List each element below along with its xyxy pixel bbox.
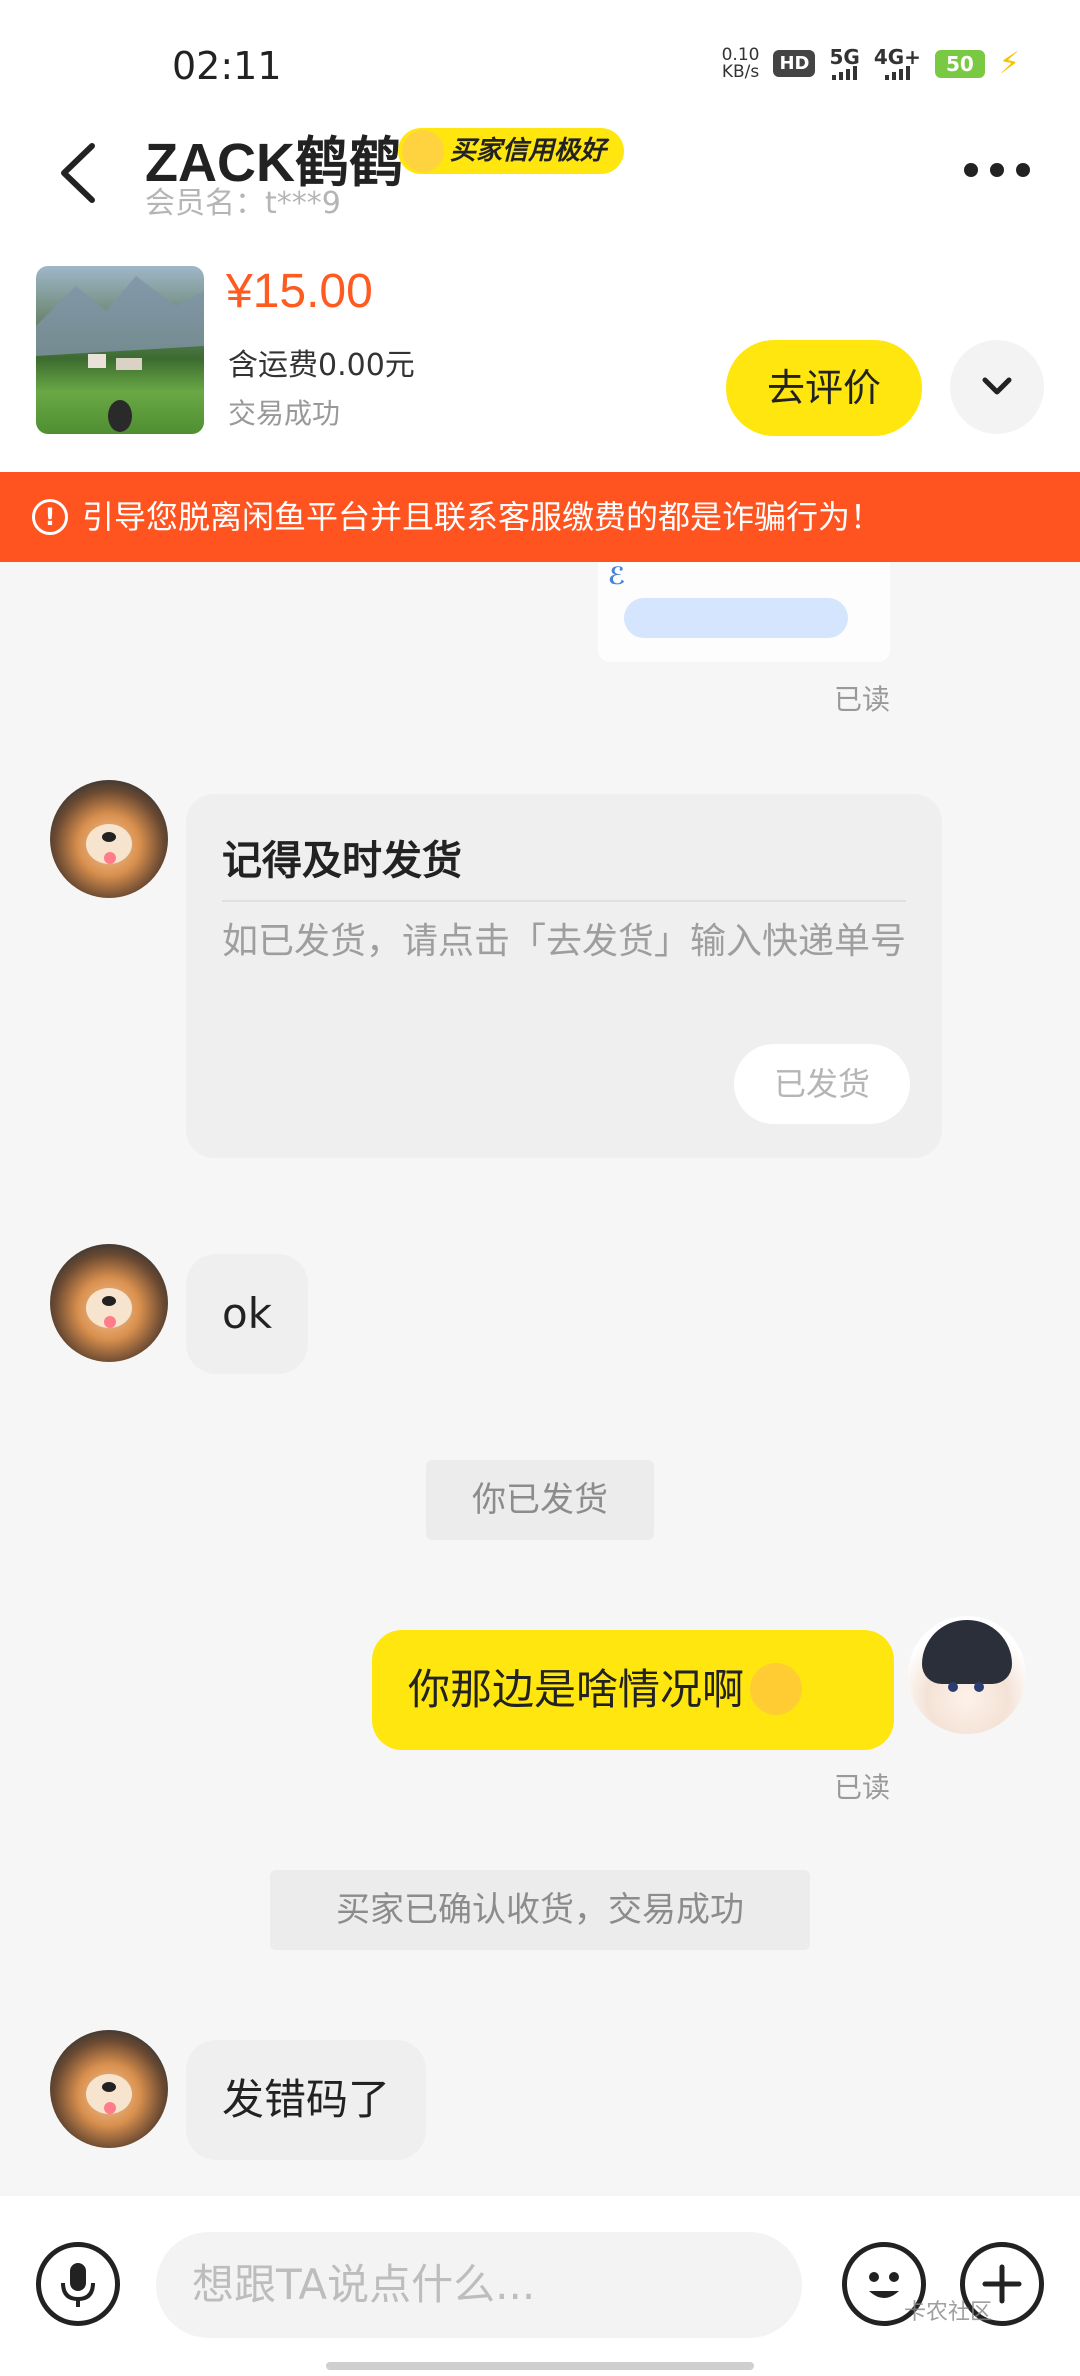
credit-badge[interactable]: 买家信用极好 xyxy=(398,128,625,174)
dog-nose-icon xyxy=(102,832,116,842)
landscape-thumbnail-icon xyxy=(36,276,204,432)
input-bar: 想跟TA说点什么... 卡农社区 xyxy=(0,2196,1080,2376)
system-message-shipped: 你已发货 xyxy=(426,1460,654,1540)
microphone-icon xyxy=(61,2263,95,2307)
net-speed-unit: KB/s xyxy=(721,61,760,82)
seller-avatar[interactable] xyxy=(50,780,168,898)
more-dot-icon xyxy=(1016,163,1030,177)
laugh-cry-emoji-icon xyxy=(750,1662,803,1715)
system-message-confirmed: 买家已确认收货，交易成功 xyxy=(270,1870,810,1950)
battery-icon: 50 xyxy=(934,49,985,78)
previous-image-message[interactable]: ℰ xyxy=(598,562,890,662)
read-receipt: 已读 xyxy=(834,683,891,716)
product-summary[interactable]: ¥15.00 含运费0.00元 交易成功 去评价 xyxy=(0,240,1080,472)
exclamation-icon: ! xyxy=(32,499,68,535)
back-arrow-icon xyxy=(61,143,95,203)
more-dot-icon xyxy=(990,163,1004,177)
shipping-fee: 含运费0.00元 xyxy=(228,348,415,383)
message-bubble-wrong-code[interactable]: 发错码了 xyxy=(186,2040,427,2160)
net-speed: 0.10 KB/s xyxy=(721,44,760,82)
more-dot-icon xyxy=(964,163,978,177)
seller-avatar[interactable] xyxy=(50,1244,168,1362)
chevron-down-icon xyxy=(982,377,1012,395)
status-bar: 02:11 0.10 KB/s HD 5G 4G+ 50 ⚡ xyxy=(0,0,1080,120)
dog-tongue-icon xyxy=(104,1316,116,1328)
message-bubble-mine[interactable]: 你那边是啥情况啊 xyxy=(372,1630,894,1750)
signal-5g-icon: 5G xyxy=(829,44,860,80)
eye-icon xyxy=(948,1682,958,1692)
voice-button[interactable] xyxy=(36,2242,120,2326)
net1-label: 5G xyxy=(829,44,860,69)
net2-label: 4G+ xyxy=(873,44,921,69)
credit-badge-label: 买家信用极好 xyxy=(450,136,607,166)
trade-status: 交易成功 xyxy=(228,397,341,430)
fraud-warning-banner: ! 引导您脱离闲鱼平台并且联系客服缴费的都是诈骗行为！ xyxy=(0,472,1080,562)
watermark: 卡农社区 xyxy=(904,2300,993,2325)
app-logo-icon: ℰ xyxy=(608,562,626,590)
product-price: ¥15.00 xyxy=(226,265,373,318)
ship-reminder-card: 记得及时发货 如已发货，请点击「去发货」输入快递单号 已发货 xyxy=(186,794,942,1158)
status-time: 02:11 xyxy=(172,44,282,88)
eye-icon xyxy=(974,1682,984,1692)
fraud-warning-text: 引导您脱离闲鱼平台并且联系客服缴费的都是诈骗行为！ xyxy=(82,498,883,536)
hd-icon: HD xyxy=(773,50,816,77)
message-text-mine: 你那边是啥情况啊 xyxy=(408,1665,745,1714)
charging-icon: ⚡ xyxy=(998,46,1020,81)
member-name: 会员名：t***9 xyxy=(145,186,341,221)
emoji-badge-icon xyxy=(402,130,444,172)
divider xyxy=(222,900,906,902)
dog-tongue-icon xyxy=(104,2102,116,2114)
more-menu-button[interactable] xyxy=(964,150,1034,190)
anime-hair-icon xyxy=(922,1620,1012,1684)
shipped-button[interactable]: 已发货 xyxy=(734,1044,910,1124)
status-icons: 0.10 KB/s HD 5G 4G+ 50 ⚡ xyxy=(722,46,1020,81)
read-receipt: 已读 xyxy=(834,1771,891,1804)
seller-avatar[interactable] xyxy=(50,2030,168,2148)
reminder-card-title: 记得及时发货 xyxy=(222,838,462,884)
product-image[interactable] xyxy=(36,266,204,434)
image-pill-icon xyxy=(624,598,848,638)
back-button[interactable] xyxy=(50,138,110,208)
message-bubble-ok[interactable]: ok xyxy=(186,1254,309,1374)
message-input[interactable]: 想跟TA说点什么... xyxy=(156,2232,802,2338)
my-avatar[interactable] xyxy=(908,1616,1026,1734)
review-button[interactable]: 去评价 xyxy=(726,340,922,436)
expand-button[interactable] xyxy=(950,340,1044,434)
dog-nose-icon xyxy=(102,2082,116,2092)
dog-tongue-icon xyxy=(104,852,116,864)
reminder-card-body: 如已发货，请点击「去发货」输入快递单号 xyxy=(222,921,907,962)
dog-nose-icon xyxy=(102,1296,116,1306)
home-indicator[interactable] xyxy=(326,2362,754,2370)
signal-4g-icon: 4G+ xyxy=(873,44,921,80)
chat-header: ZACK鹤鹤 买家信用极好 会员名：t***9 xyxy=(0,110,1080,240)
net-speed-value: 0.10 xyxy=(721,44,760,65)
